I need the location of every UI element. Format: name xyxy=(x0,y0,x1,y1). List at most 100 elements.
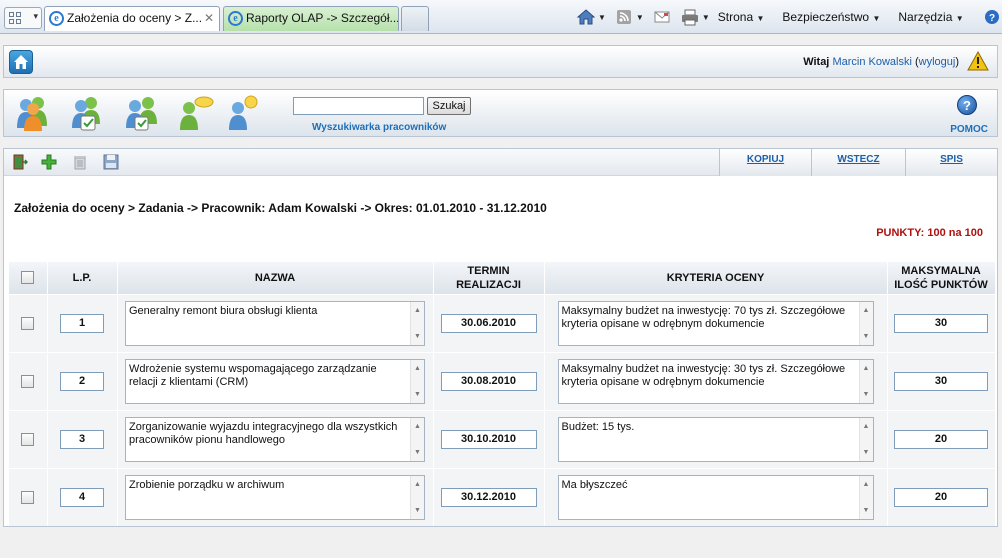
table-header-row: L.P. NAZWA TERMIN REALIZACJI KRYTERIA OCE… xyxy=(9,262,996,294)
max-points-field[interactable]: 20 xyxy=(894,487,988,507)
table-row: 2 Wdrożenie systemu wspomagającego zarzą… xyxy=(9,351,996,410)
points-summary: PUNKTY: 100 na 100 xyxy=(876,227,983,239)
scrollbar[interactable]: ▲ ▼ xyxy=(858,359,873,403)
search-caption: Wyszukiwarka pracowników xyxy=(312,122,447,133)
breadcrumb: Założenia do oceny > Zadania -> Pracowni… xyxy=(14,201,547,215)
browser-tab-title: Raporty OLAP -> Szczegół... xyxy=(246,11,399,25)
quick-tabs-button[interactable]: ▾ xyxy=(4,7,42,29)
task-name-textarea[interactable]: Zrobienie porządku w archiwum ▲ ▼ xyxy=(125,474,425,520)
main-panel: KOPIUJ WSTECZ SPIS Założenia do oceny > … xyxy=(3,148,998,527)
scrollbar[interactable]: ▲ ▼ xyxy=(410,417,424,461)
deadline-field[interactable]: 30.08.2010 xyxy=(440,371,537,391)
lp-field[interactable]: 1 xyxy=(60,313,104,333)
copy-button[interactable]: KOPIUJ xyxy=(719,149,811,176)
rss-icon[interactable] xyxy=(614,8,634,26)
row-checkbox[interactable] xyxy=(21,316,35,330)
employees-approve-icon[interactable] xyxy=(122,94,160,132)
chevron-down-icon[interactable]: ▼ xyxy=(636,13,644,22)
max-points-field[interactable]: 20 xyxy=(894,429,988,449)
scrollbar[interactable]: ▲ ▼ xyxy=(858,475,873,519)
print-icon[interactable] xyxy=(680,8,700,26)
table-row: 4 Zrobienie porządku w archiwum ▲ ▼ 30.12.… xyxy=(9,467,996,526)
scrollbar[interactable]: ▲ ▼ xyxy=(410,359,424,403)
lp-field[interactable]: 4 xyxy=(60,487,104,507)
add-icon[interactable] xyxy=(41,154,57,170)
criteria-textarea[interactable]: Maksymalny budżet na inwestycję: 70 tys … xyxy=(557,300,874,346)
home-icon[interactable] xyxy=(576,8,596,26)
criteria-textarea[interactable]: Maksymalny budżet na inwestycję: 30 tys … xyxy=(557,358,874,404)
command-bar: ▼ ▼ ▼ Strona ▼ Bezpieczeństwo ▼ Narzędzi… xyxy=(576,6,1002,28)
mail-icon[interactable] xyxy=(652,8,672,26)
lp-field[interactable]: 2 xyxy=(60,371,104,391)
row-checkbox[interactable] xyxy=(21,374,35,388)
column-header-name: NAZWA xyxy=(117,262,434,294)
max-points-field[interactable]: 30 xyxy=(894,313,988,333)
security-menu[interactable]: Bezpieczeństwo ▼ xyxy=(782,10,888,24)
column-header-max-points: MAKSYMALNA ILOŚĆ PUNKTÓW xyxy=(887,262,996,294)
task-name-textarea[interactable]: Zorganizowanie wyjazdu integracyjnego dl… xyxy=(125,416,425,462)
help-icon[interactable]: ? xyxy=(957,95,977,115)
select-all-header xyxy=(9,262,48,294)
app-header: Witaj Marcin Kowalski (wyloguj) xyxy=(3,45,998,78)
page-menu[interactable]: Strona ▼ xyxy=(718,10,773,24)
warning-icon[interactable] xyxy=(967,50,989,71)
quick-tabs-icon xyxy=(9,12,23,25)
exit-door-icon[interactable] xyxy=(12,154,29,170)
list-button[interactable]: SPIS xyxy=(905,149,997,176)
row-checkbox[interactable] xyxy=(21,432,35,446)
employees-add-icon[interactable] xyxy=(67,94,105,132)
deadline-field[interactable]: 30.12.2010 xyxy=(440,487,537,507)
employees-group-icon[interactable] xyxy=(14,94,52,132)
column-header-criteria: KRYTERIA OCENY xyxy=(544,262,888,294)
ie-icon: e xyxy=(228,11,243,26)
row-checkbox[interactable] xyxy=(21,490,35,504)
help-circle-icon[interactable]: ? xyxy=(982,8,1002,26)
welcome-message: Witaj Marcin Kowalski (wyloguj) xyxy=(803,56,959,68)
table-row: 3 Zorganizowanie wyjazdu integracyjnego … xyxy=(9,409,996,468)
help-link[interactable]: POMOC xyxy=(950,124,988,135)
home-button[interactable] xyxy=(9,50,33,74)
task-name-textarea[interactable]: Generalny remont biura obsługi klienta ▲ ▼ xyxy=(125,300,425,346)
browser-toolbar: ▾ e Założenia do oceny > Z... ✕ e Raport… xyxy=(0,0,1002,34)
delete-icon[interactable] xyxy=(72,154,88,170)
employee-idea-icon[interactable] xyxy=(222,94,260,132)
user-name-link[interactable]: Marcin Kowalski xyxy=(832,56,911,68)
deadline-field[interactable]: 30.10.2010 xyxy=(440,429,537,449)
employee-search-input[interactable] xyxy=(293,97,424,115)
browser-tab[interactable]: e Raporty OLAP -> Szczegół... xyxy=(223,6,399,31)
home-icon xyxy=(14,55,28,69)
search-button[interactable]: Szukaj xyxy=(427,97,471,115)
new-tab-button[interactable] xyxy=(401,6,429,31)
svg-text:?: ? xyxy=(989,13,995,24)
chevron-down-icon[interactable]: ▼ xyxy=(702,13,710,22)
employee-comment-icon[interactable] xyxy=(176,94,214,132)
max-points-field[interactable]: 30 xyxy=(894,371,988,391)
logout-link[interactable]: wyloguj xyxy=(919,56,956,68)
chevron-down-icon[interactable]: ▼ xyxy=(598,13,606,22)
close-icon[interactable]: ✕ xyxy=(204,7,214,29)
select-all-checkbox[interactable] xyxy=(21,271,35,285)
tasks-table: L.P. NAZWA TERMIN REALIZACJI KRYTERIA OCE… xyxy=(9,262,996,526)
module-toolbar: Szukaj Wyszukiwarka pracowników ? POMOC xyxy=(3,89,998,137)
browser-tab-title: Założenia do oceny > Z... xyxy=(67,11,203,25)
deadline-field[interactable]: 30.06.2010 xyxy=(440,313,537,333)
greeting-label: Witaj xyxy=(803,56,830,68)
column-header-deadline: TERMIN REALIZACJI xyxy=(433,262,545,294)
scrollbar[interactable]: ▲ ▼ xyxy=(410,301,424,345)
column-header-lp: L.P. xyxy=(47,262,118,294)
task-name-textarea[interactable]: Wdrożenie systemu wspomagającego zarządz… xyxy=(125,358,425,404)
ie-icon: e xyxy=(49,11,64,26)
action-bar: KOPIUJ WSTECZ SPIS xyxy=(4,149,997,176)
criteria-textarea[interactable]: Budżet: 15 tys. ▲ ▼ xyxy=(557,416,874,462)
lp-field[interactable]: 3 xyxy=(60,429,104,449)
criteria-textarea[interactable]: Ma błyszczeć ▲ ▼ xyxy=(557,474,874,520)
table-row: 1 Generalny remont biura obsługi klienta… xyxy=(9,293,996,352)
back-button[interactable]: WSTECZ xyxy=(811,149,905,176)
scrollbar[interactable]: ▲ ▼ xyxy=(858,301,873,345)
browser-tab-active[interactable]: e Założenia do oceny > Z... ✕ xyxy=(44,6,220,31)
tools-menu[interactable]: Narzędzia ▼ xyxy=(898,10,971,24)
save-icon[interactable] xyxy=(103,154,119,170)
scrollbar[interactable]: ▲ ▼ xyxy=(410,475,424,519)
chevron-down-icon: ▾ xyxy=(33,11,38,21)
scrollbar[interactable]: ▲ ▼ xyxy=(858,417,873,461)
